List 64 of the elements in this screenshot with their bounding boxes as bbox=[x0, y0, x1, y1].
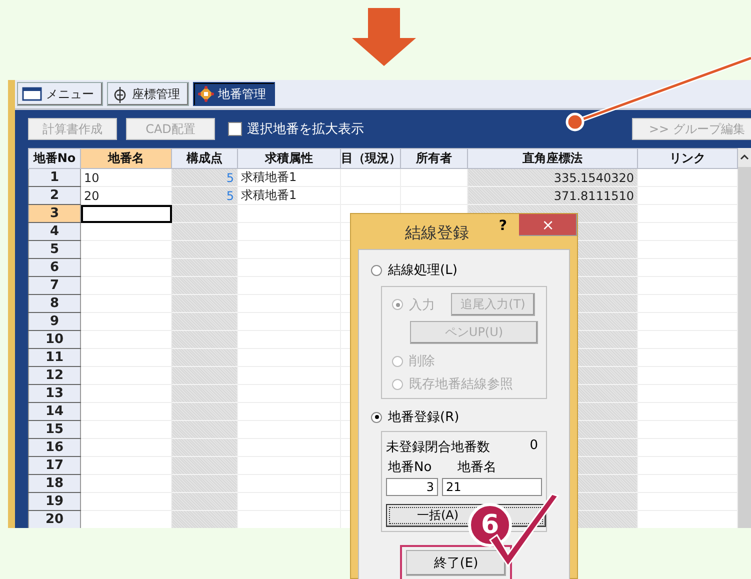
row-header[interactable]: 19 bbox=[28, 492, 80, 510]
row-header[interactable]: 8 bbox=[28, 294, 80, 312]
checkbox-label: 選択地番を拡大表示 bbox=[247, 121, 364, 138]
tab[interactable]: 地番管理 bbox=[193, 82, 275, 106]
crosshair-icon bbox=[112, 86, 128, 102]
table-cell: 335.1540320 bbox=[468, 168, 638, 186]
row-header[interactable]: 10 bbox=[28, 330, 80, 348]
radio-label: 削除 bbox=[409, 353, 435, 370]
help-button[interactable]: ? bbox=[498, 214, 519, 234]
row-header[interactable]: 6 bbox=[28, 258, 80, 276]
column-header[interactable]: 地番名 bbox=[80, 148, 172, 168]
row-header[interactable]: 13 bbox=[28, 384, 80, 402]
column-header[interactable]: 所有者 bbox=[400, 148, 468, 168]
table-cell: 371.8111510 bbox=[468, 186, 638, 204]
table-cell: 10 bbox=[80, 168, 172, 186]
field-label: 地番No bbox=[388, 459, 432, 476]
count-value: 0 bbox=[530, 438, 538, 455]
table-cell: 5 bbox=[172, 168, 238, 186]
row-header[interactable]: 17 bbox=[28, 456, 80, 474]
field-label: 未登録閉合地番数 bbox=[386, 439, 490, 456]
row-header[interactable]: 16 bbox=[28, 438, 80, 456]
row-header[interactable]: 18 bbox=[28, 474, 80, 492]
row-header[interactable]: 11 bbox=[28, 348, 80, 366]
window-icon bbox=[22, 86, 42, 102]
column-header[interactable]: 目（現況） bbox=[340, 148, 400, 168]
scrollbar[interactable] bbox=[738, 148, 751, 528]
table-cell: 求積地番1 bbox=[238, 168, 340, 186]
tab[interactable]: メニュー bbox=[17, 82, 103, 106]
row-header[interactable]: 3 bbox=[28, 204, 80, 222]
row-header[interactable]: 7 bbox=[28, 276, 80, 294]
checkbox[interactable] bbox=[228, 122, 242, 136]
row-header[interactable]: 12 bbox=[28, 366, 80, 384]
row-header[interactable]: 20 bbox=[28, 510, 80, 528]
radio-label: 既存地番結線参照 bbox=[409, 376, 513, 393]
row-header[interactable]: 14 bbox=[28, 402, 80, 420]
radio-label: 結線処理(L) bbox=[388, 262, 458, 279]
column-header[interactable]: 求積属性 bbox=[238, 148, 340, 168]
tab[interactable]: 座標管理 bbox=[107, 82, 189, 106]
row-header[interactable]: 9 bbox=[28, 312, 80, 330]
current-cell[interactable] bbox=[80, 204, 172, 222]
table-cell: 求積地番1 bbox=[238, 186, 340, 204]
down-arrow-icon bbox=[352, 8, 416, 66]
table-cell: 5 bbox=[172, 186, 238, 204]
radio-button[interactable] bbox=[371, 412, 382, 422]
row-header[interactable]: 15 bbox=[28, 420, 80, 438]
table-cell: 20 bbox=[80, 186, 172, 204]
column-header[interactable]: 直角座標法 bbox=[468, 148, 638, 168]
field-label: 地番名 bbox=[458, 459, 497, 476]
row-header[interactable]: 2 bbox=[28, 186, 80, 204]
row-header[interactable]: 4 bbox=[28, 222, 80, 240]
close-button[interactable]: × bbox=[519, 214, 577, 236]
row-header[interactable]: 5 bbox=[28, 240, 80, 258]
radio-label: 入力 bbox=[409, 296, 435, 314]
row-header[interactable]: 1 bbox=[28, 168, 80, 186]
parcel-no-field[interactable]: 3 bbox=[386, 478, 438, 496]
parcel-icon bbox=[198, 86, 214, 102]
dialog-title: 結線登録 bbox=[404, 222, 470, 244]
finish-button[interactable]: 終了(E) bbox=[406, 550, 506, 576]
column-header[interactable]: 地番No bbox=[28, 148, 80, 168]
radio-label: 地番登録(R) bbox=[388, 409, 460, 426]
parcel-name-field[interactable]: 21 bbox=[442, 478, 542, 496]
column-header[interactable]: リンク bbox=[638, 148, 738, 168]
column-header[interactable]: 構成点 bbox=[172, 148, 238, 168]
scroll-up-icon bbox=[740, 154, 749, 161]
